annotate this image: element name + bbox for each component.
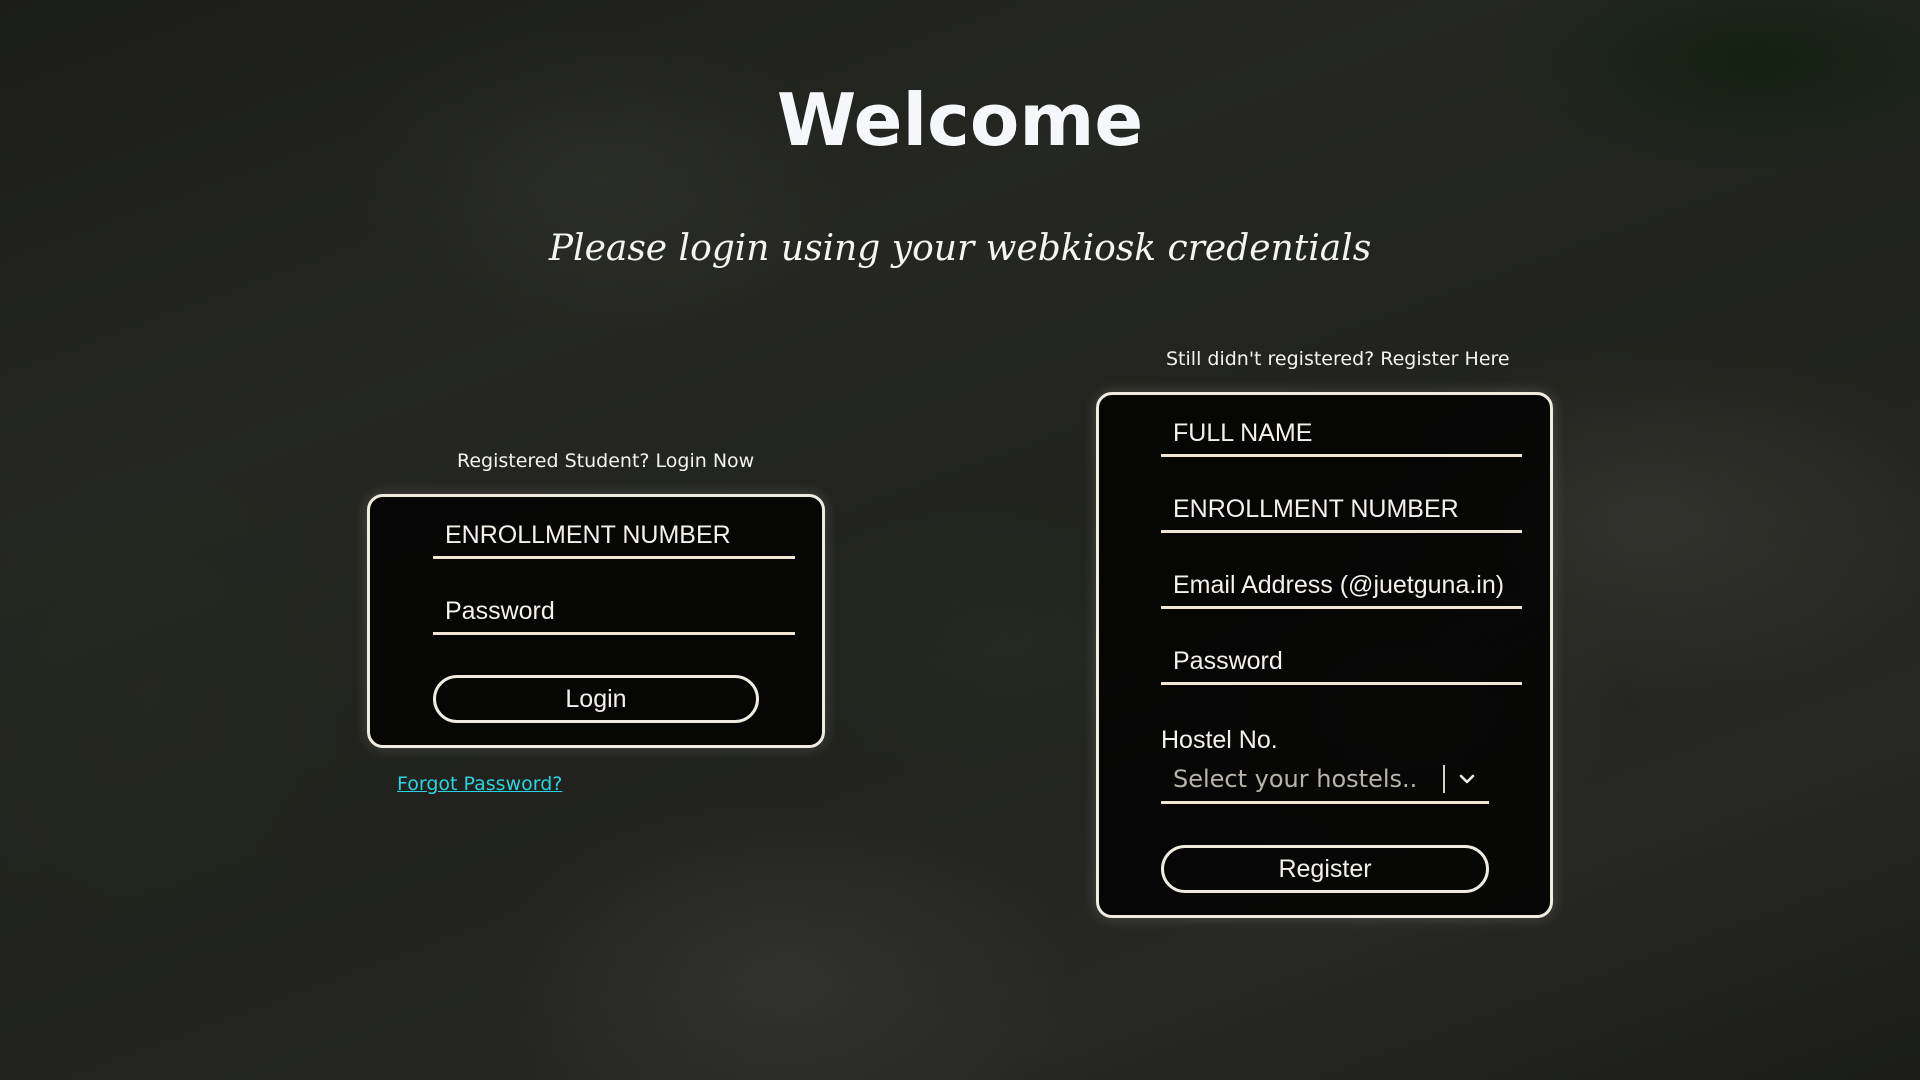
page-title: Welcome: [776, 78, 1144, 162]
page-content: Welcome Please login using your webkiosk…: [0, 0, 1920, 1080]
hostel-label: Hostel No.: [1161, 726, 1278, 754]
chevron-down-icon[interactable]: [1457, 769, 1477, 789]
register-caption: Still didn't registered? Register Here: [1166, 348, 1510, 370]
hostel-select-placeholder: Select your hostels..: [1173, 765, 1418, 793]
forgot-password-link[interactable]: Forgot Password?: [397, 773, 562, 795]
login-card: Login: [367, 494, 825, 748]
register-enrollment-input[interactable]: [1161, 495, 1522, 533]
register-email-input[interactable]: [1161, 571, 1522, 609]
hostel-select[interactable]: Select your hostels..: [1161, 763, 1489, 804]
login-caption: Registered Student? Login Now: [457, 450, 755, 472]
login-page: Welcome Please login using your webkiosk…: [0, 0, 1920, 1080]
register-card: Hostel No. Select your hostels.. Registe…: [1096, 392, 1553, 918]
select-separator: [1443, 765, 1445, 793]
register-fullname-input[interactable]: [1161, 419, 1522, 457]
login-enrollment-input[interactable]: [433, 521, 795, 559]
page-subtitle: Please login using your webkiosk credent…: [548, 228, 1372, 269]
register-button[interactable]: Register: [1161, 845, 1489, 893]
login-password-input[interactable]: [433, 597, 795, 635]
login-button[interactable]: Login: [433, 675, 759, 723]
register-password-input[interactable]: [1161, 647, 1522, 685]
